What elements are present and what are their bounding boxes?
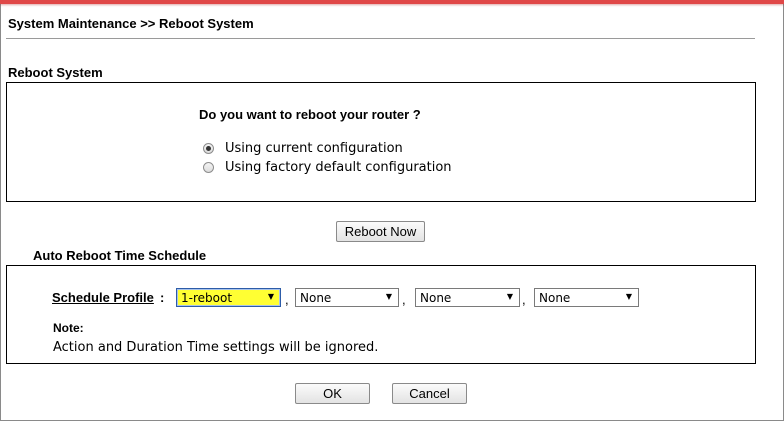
note-label: Note: xyxy=(53,321,84,335)
profile-separator: , xyxy=(522,292,526,307)
reboot-question: Do you want to reboot your router ? xyxy=(199,107,421,122)
option-current-config-label: Using current configuration xyxy=(225,141,403,156)
profile-separator: , xyxy=(402,292,406,307)
reboot-now-button[interactable]: Reboot Now xyxy=(336,221,425,242)
chevron-down-icon: ▼ xyxy=(385,292,392,301)
schedule-profile-colon: : xyxy=(160,290,165,305)
title-divider xyxy=(6,38,755,39)
auto-reboot-section-label: Auto Reboot Time Schedule xyxy=(33,248,207,263)
page-title: System Maintenance >> Reboot System xyxy=(8,16,254,31)
chevron-down-icon: ▼ xyxy=(267,292,274,301)
note-text: Action and Duration Time settings will b… xyxy=(53,340,379,355)
schedule-profile-label[interactable]: Schedule Profile xyxy=(52,290,154,305)
radio-current-config[interactable] xyxy=(203,143,214,154)
profile-separator: , xyxy=(285,292,289,307)
option-factory-default[interactable]: Using factory default configuration xyxy=(203,160,452,175)
ok-button[interactable]: OK xyxy=(295,383,370,404)
chevron-down-icon: ▼ xyxy=(625,292,632,301)
reboot-section-label: Reboot System xyxy=(8,65,103,80)
option-current-config[interactable]: Using current configuration xyxy=(203,141,403,156)
schedule-profile-select-4-value: None xyxy=(539,290,571,305)
cancel-button[interactable]: Cancel xyxy=(392,383,467,404)
schedule-profile-select-4[interactable]: None ▼ xyxy=(534,288,639,307)
schedule-profile-select-2[interactable]: None ▼ xyxy=(295,288,399,307)
schedule-profile-select-2-value: None xyxy=(300,290,332,305)
schedule-profile-select-1-value: 1-reboot xyxy=(181,290,233,305)
schedule-profile-select-1[interactable]: 1-reboot ▼ xyxy=(176,288,281,307)
chevron-down-icon: ▼ xyxy=(506,292,513,301)
top-accent-bar xyxy=(0,0,784,4)
option-factory-default-label: Using factory default configuration xyxy=(225,160,452,175)
schedule-profile-select-3-value: None xyxy=(420,290,452,305)
radio-factory-default[interactable] xyxy=(203,162,214,173)
schedule-profile-select-3[interactable]: None ▼ xyxy=(415,288,520,307)
